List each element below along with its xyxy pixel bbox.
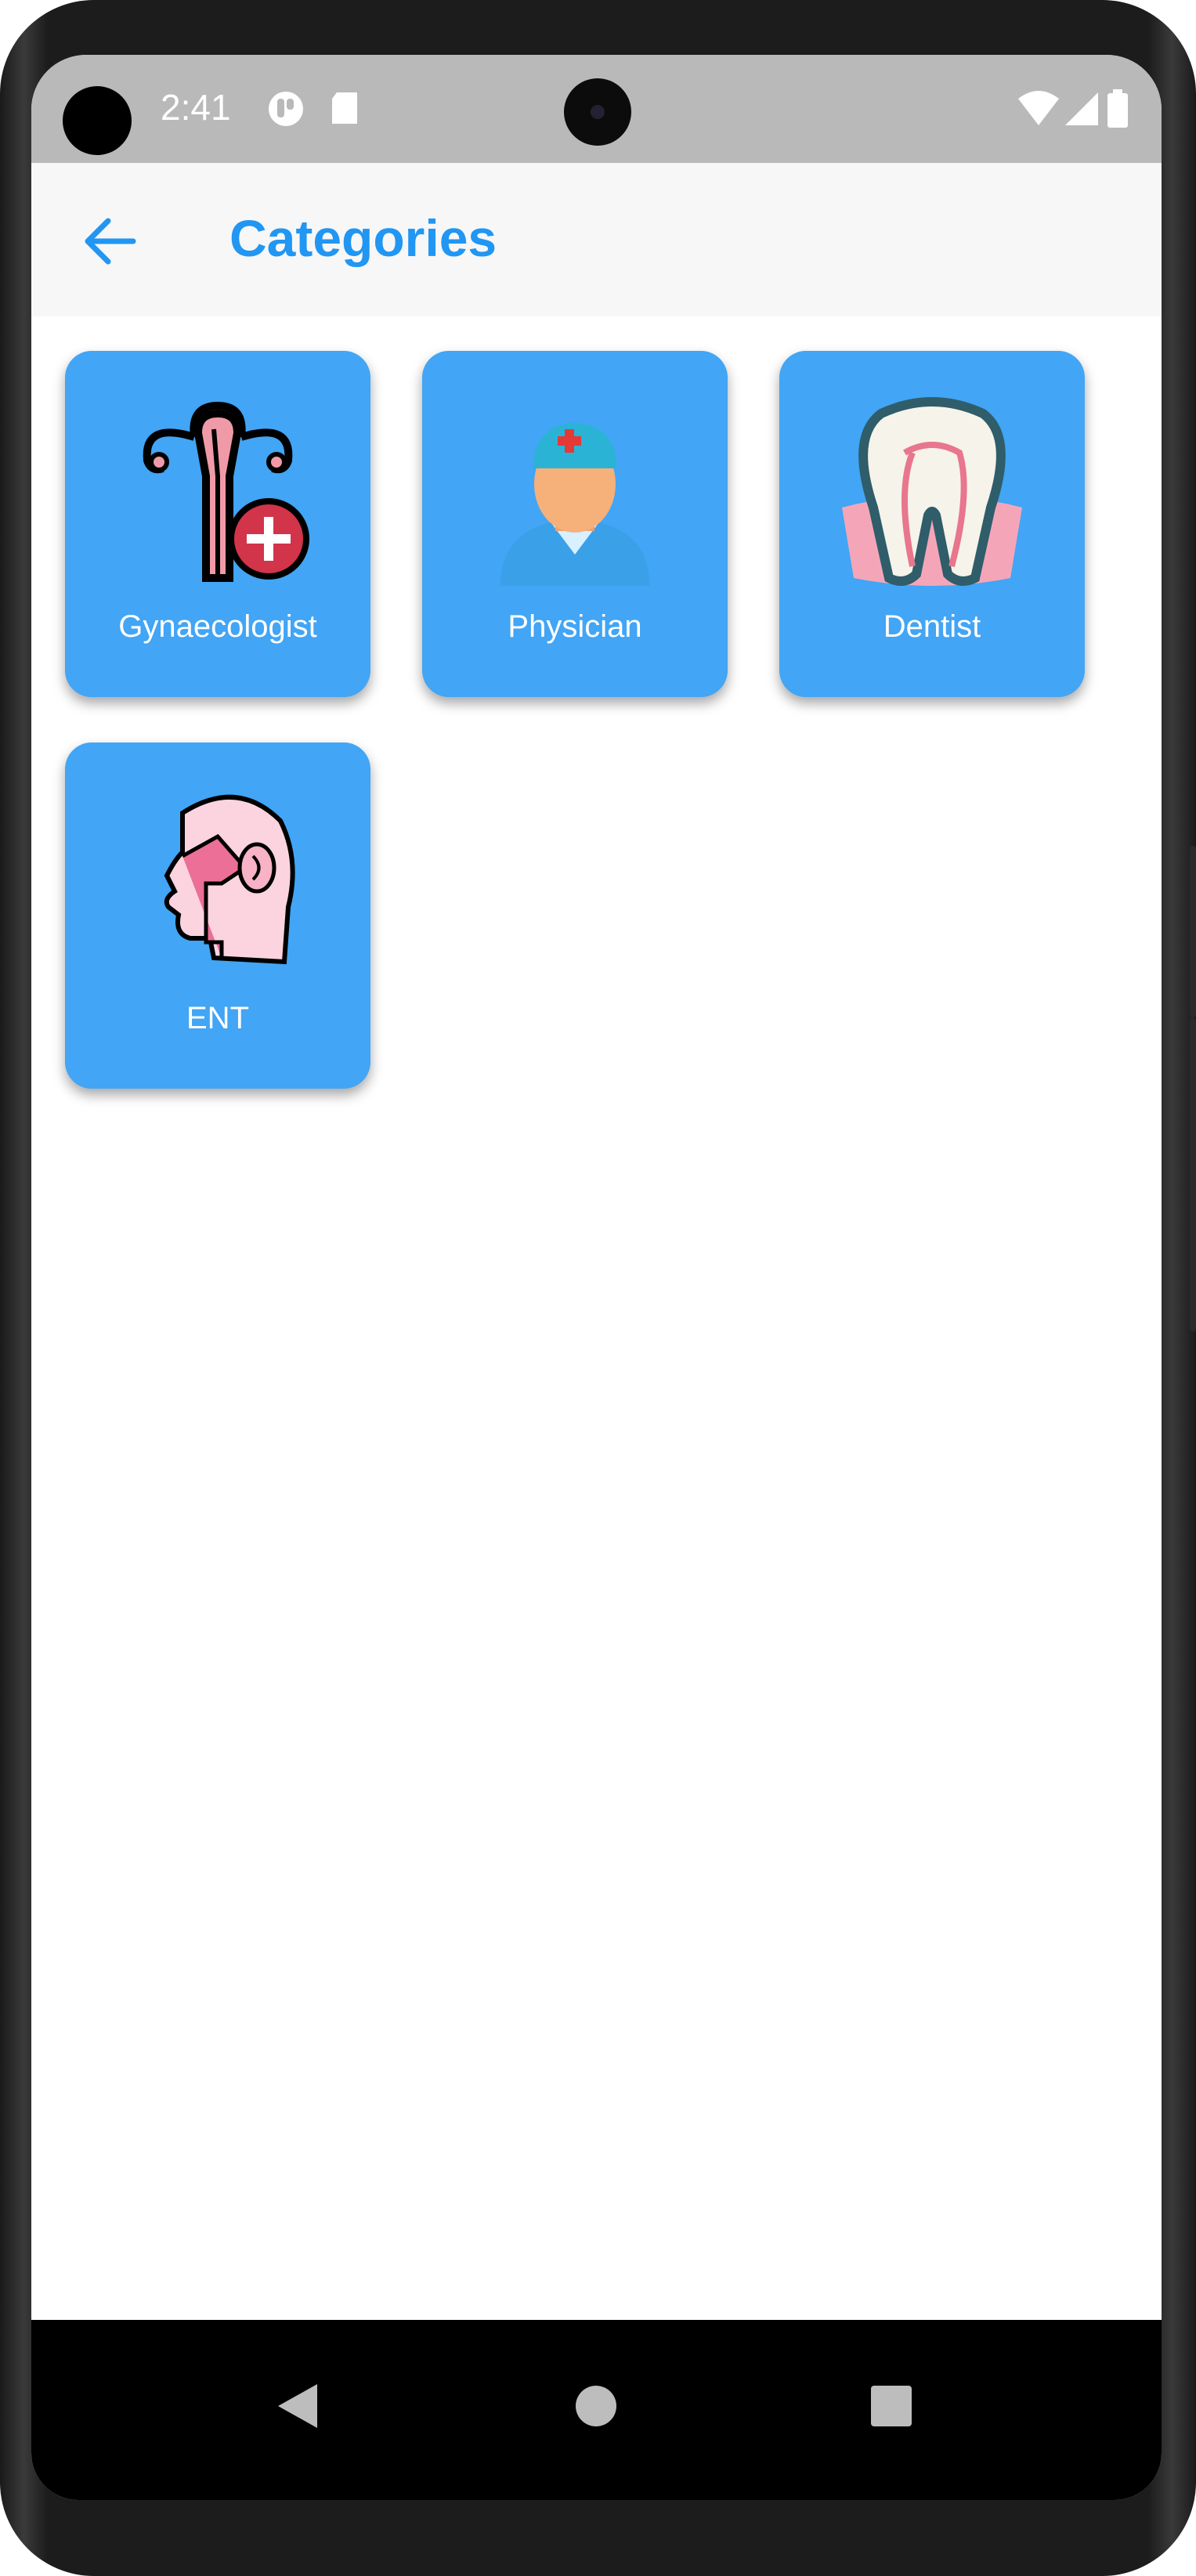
power-button	[1190, 846, 1196, 1018]
status-bar: 2:41	[31, 55, 1162, 163]
system-nav-bar	[31, 2320, 1162, 2500]
nav-home-icon[interactable]	[557, 2367, 635, 2445]
back-arrow-icon[interactable]	[78, 210, 141, 273]
doctor-icon	[500, 423, 649, 586]
page-title: Categories	[229, 209, 497, 267]
signal-icon	[1065, 92, 1098, 125]
front-camera	[564, 78, 631, 146]
battery-icon	[1107, 89, 1128, 128]
category-label: Gynaecologist	[118, 609, 317, 644]
status-dot	[63, 86, 132, 155]
category-card-gynaecologist[interactable]: Gynaecologist	[65, 351, 370, 697]
volume-button	[1190, 1018, 1196, 1331]
category-label: Physician	[508, 609, 642, 644]
app-bar: Categories	[31, 163, 1162, 316]
screen: 2:41 Categories Gynaecologist Physician …	[31, 55, 1162, 2500]
category-card-dentist[interactable]: Dentist	[779, 351, 1085, 697]
uterus-plus-icon	[143, 401, 309, 582]
notification-app-icon	[269, 92, 303, 126]
nav-recents-icon[interactable]	[852, 2367, 930, 2445]
tooth-icon	[842, 397, 1022, 586]
phone-frame: 2:41 Categories Gynaecologist Physician …	[0, 0, 1196, 2576]
head-ent-icon	[164, 794, 295, 965]
category-card-physician[interactable]: Physician	[422, 351, 728, 697]
sd-card-icon	[332, 92, 357, 124]
category-card-ent[interactable]: ENT	[65, 742, 370, 1089]
nav-back-icon[interactable]	[258, 2367, 337, 2445]
category-label: Dentist	[883, 609, 981, 644]
status-time: 2:41	[161, 87, 231, 128]
category-label: ENT	[186, 1001, 249, 1035]
wifi-icon	[1018, 91, 1059, 125]
